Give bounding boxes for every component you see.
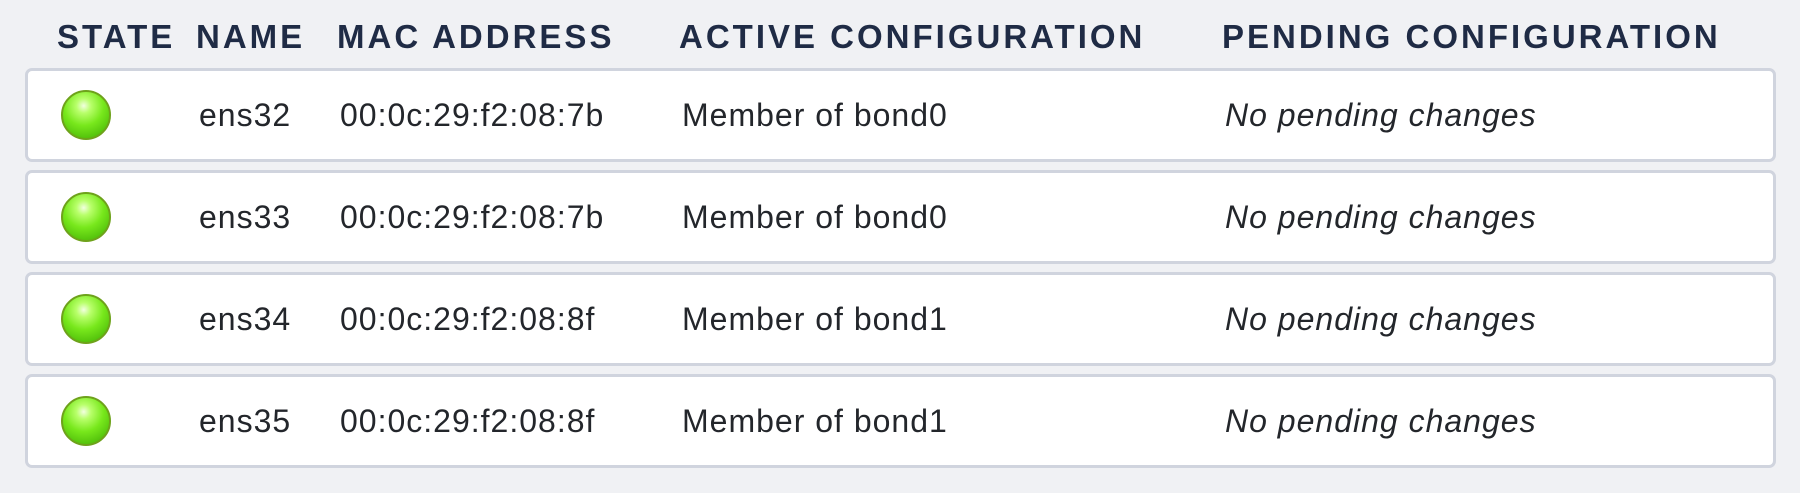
table-header: STATE NAME MAC ADDRESS ACTIVE CONFIGURAT…: [25, 0, 1776, 68]
column-header-pending-configuration: PENDING CONFIGURATION: [1222, 18, 1721, 55]
mac-address: 00:0c:29:f2:08:7b: [340, 97, 605, 133]
active-configuration: Member of bond1: [682, 301, 948, 337]
table-row[interactable]: ens35 00:0c:29:f2:08:8f Member of bond1 …: [25, 374, 1776, 468]
interface-name: ens32: [199, 97, 292, 133]
table-row[interactable]: ens34 00:0c:29:f2:08:8f Member of bond1 …: [25, 272, 1776, 366]
status-up-icon: [61, 396, 111, 446]
mac-address: 00:0c:29:f2:08:8f: [340, 403, 596, 439]
status-up-icon: [61, 90, 111, 140]
pending-configuration: No pending changes: [1225, 97, 1537, 133]
column-header-name: NAME: [196, 18, 306, 55]
active-configuration: Member of bond0: [682, 199, 948, 235]
status-up-icon: [61, 294, 111, 344]
pending-configuration: No pending changes: [1225, 403, 1537, 439]
column-header-mac-address: MAC ADDRESS: [337, 18, 615, 55]
mac-address: 00:0c:29:f2:08:7b: [340, 199, 605, 235]
interface-name: ens35: [199, 403, 292, 439]
interface-name: ens34: [199, 301, 292, 337]
column-header-active-configuration: ACTIVE CONFIGURATION: [679, 18, 1146, 55]
mac-address: 00:0c:29:f2:08:8f: [340, 301, 596, 337]
pending-configuration: No pending changes: [1225, 199, 1537, 235]
table-row[interactable]: ens33 00:0c:29:f2:08:7b Member of bond0 …: [25, 170, 1776, 264]
pending-configuration: No pending changes: [1225, 301, 1537, 337]
interface-name: ens33: [199, 199, 292, 235]
active-configuration: Member of bond1: [682, 403, 948, 439]
network-interfaces-table: STATE NAME MAC ADDRESS ACTIVE CONFIGURAT…: [25, 0, 1776, 476]
active-configuration: Member of bond0: [682, 97, 948, 133]
table-row[interactable]: ens32 00:0c:29:f2:08:7b Member of bond0 …: [25, 68, 1776, 162]
column-header-state: STATE: [57, 18, 176, 55]
status-up-icon: [61, 192, 111, 242]
